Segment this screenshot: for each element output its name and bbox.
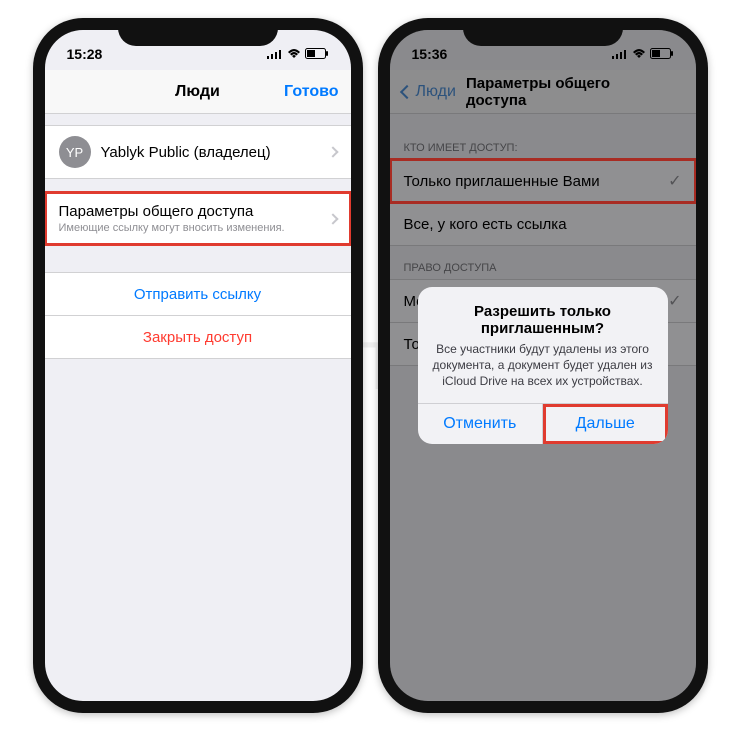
- notch: [463, 18, 623, 46]
- status-time: 15:28: [67, 46, 103, 62]
- continue-button[interactable]: Дальше: [543, 404, 668, 444]
- battery-icon: [305, 46, 329, 62]
- share-settings-sub: Имеющие ссылку могут вносить изменения.: [59, 222, 329, 234]
- nav-header: Люди Готово: [45, 70, 351, 114]
- nav-title: Люди: [175, 83, 220, 101]
- chevron-right-icon: [327, 146, 338, 157]
- notch: [118, 18, 278, 46]
- wifi-icon: [287, 46, 301, 62]
- owner-row[interactable]: YP Yablyk Public (владелец): [45, 125, 351, 179]
- avatar: YP: [59, 136, 91, 168]
- owner-name: Yablyk Public (владелец): [101, 144, 329, 161]
- close-access-button[interactable]: Закрыть доступ: [45, 315, 351, 359]
- confirmation-alert: Разрешить только приглашенным? Все участ…: [418, 287, 668, 445]
- chevron-right-icon: [327, 213, 338, 224]
- cancel-button[interactable]: Отменить: [418, 404, 544, 444]
- alert-backdrop: Разрешить только приглашенным? Все участ…: [390, 30, 696, 701]
- share-settings-row[interactable]: Параметры общего доступа Имеющие ссылку …: [45, 192, 351, 245]
- alert-title: Разрешить только приглашенным?: [432, 303, 654, 337]
- share-settings-label: Параметры общего доступа: [59, 203, 329, 220]
- alert-message: Все участники будут удалены из этого док…: [432, 341, 654, 390]
- send-link-button[interactable]: Отправить ссылку: [45, 272, 351, 316]
- phone-right: 15:36 Люди Парам: [378, 18, 708, 713]
- done-button[interactable]: Готово: [284, 83, 338, 101]
- signal-icon: [267, 46, 283, 62]
- phone-left: 15:28 Люди Готово: [33, 18, 363, 713]
